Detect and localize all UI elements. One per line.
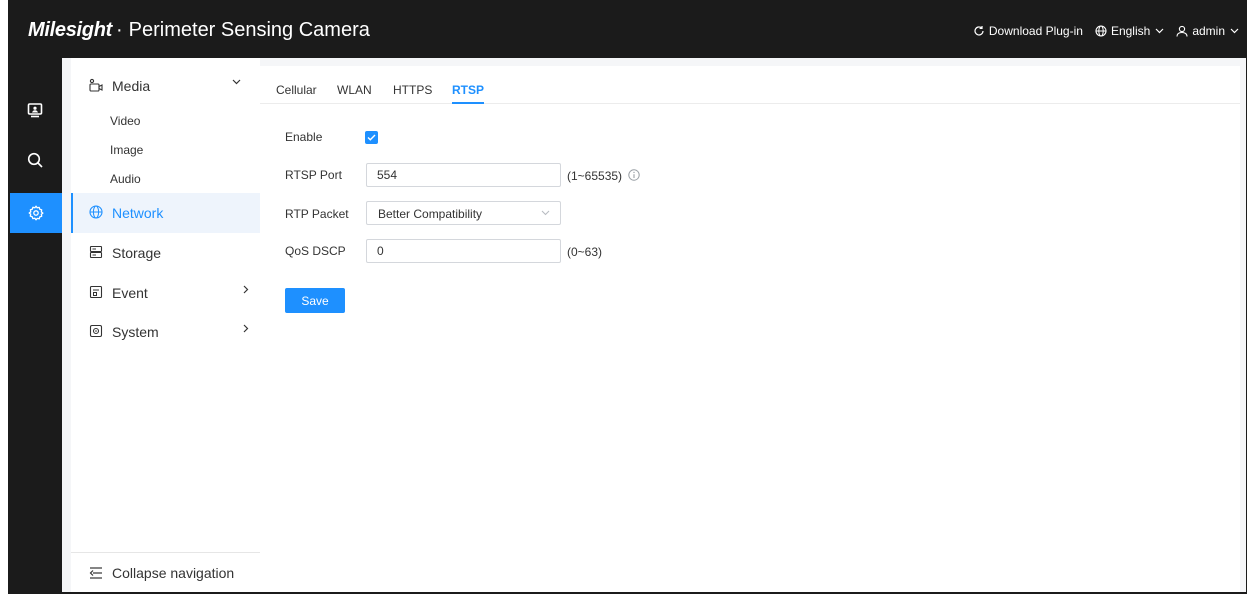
gear-icon [28,205,44,221]
qos-dscp-input[interactable] [366,239,561,263]
qos-dscp-label: QoS DSCP [285,244,346,258]
tab-rtsp[interactable]: RTSP [452,83,485,104]
download-plugin-label: Download Plug-in [988,24,1083,38]
rail-live-view[interactable] [8,90,62,130]
enable-checkbox[interactable] [365,131,378,144]
sidebar-item-label: Storage [112,245,162,261]
download-plugin-link[interactable]: Download Plug-in [973,24,1083,38]
chevron-down-icon [232,79,241,85]
chevron-down-icon [1230,28,1239,34]
main-content: Cellular WLAN HTTPS RTSP Enable RTSP Por… [260,58,1246,592]
chevron-down-icon [1155,28,1164,34]
sidebar-item-media[interactable]: Media [71,66,260,106]
storage-icon [89,245,103,259]
language-label: English [1110,24,1151,38]
globe-icon [89,205,103,219]
enable-label: Enable [285,130,323,144]
save-button[interactable]: Save [285,288,345,313]
sidebar: Media Video Image Audio Network Storage … [62,58,260,592]
icon-rail [8,58,62,594]
search-icon [27,152,43,168]
user-label: admin [1192,24,1225,38]
sidebar-subitem-audio[interactable]: Audio [110,172,141,186]
qos-dscp-range-hint: (0~63) [567,245,603,259]
rtp-packet-select[interactable]: Better Compatibility [366,201,561,225]
sidebar-item-system[interactable]: System [71,312,260,352]
monitor-icon [27,103,43,118]
brand-separator: · [115,19,123,41]
rtsp-port-label: RTSP Port [285,168,342,182]
tab-cellular[interactable]: Cellular [276,83,317,97]
collapse-navigation-label: Collapse navigation [112,565,235,581]
check-icon [367,134,376,141]
rtp-packet-label: RTP Packet [285,207,349,221]
brand-logo: Milesight [28,19,112,41]
rtsp-port-range-hint: (1~65535) [567,169,623,183]
tab-https[interactable]: HTTPS [393,83,432,97]
tab-bar: Cellular WLAN HTTPS RTSP [260,66,1240,104]
collapse-navigation-button[interactable]: Collapse navigation [71,552,260,592]
header-actions: Download Plug-in English admin [961,24,1239,38]
chevron-right-icon [243,324,249,333]
sidebar-item-label: Event [112,285,148,301]
sidebar-item-label: Network [112,205,164,221]
chevron-right-icon [243,285,249,294]
system-icon [89,324,103,338]
active-indicator [71,193,73,233]
chevron-down-icon [541,210,550,216]
collapse-icon [89,567,102,579]
sidebar-menu: Media Video Image Audio Network Storage … [71,58,260,592]
user-menu[interactable]: admin [1176,24,1239,38]
sidebar-item-network[interactable]: Network [71,193,260,233]
settings-panel: Cellular WLAN HTTPS RTSP Enable RTSP Por… [260,66,1240,592]
brand: Milesight · Perimeter Sensing Camera [28,19,370,42]
rtsp-port-input[interactable] [366,163,561,187]
top-header: Milesight · Perimeter Sensing Camera Downl… [8,6,1247,58]
user-icon [1176,25,1188,37]
sidebar-subitem-video[interactable]: Video [110,114,140,128]
rail-search[interactable] [8,140,62,180]
info-icon[interactable] [628,169,640,181]
rail-settings[interactable] [10,193,62,233]
media-icon [89,78,103,92]
product-title: Perimeter Sensing Camera [128,19,370,41]
sidebar-item-storage[interactable]: Storage [71,233,260,273]
sidebar-item-event[interactable]: Event [71,273,260,313]
refresh-icon [974,26,984,36]
sidebar-subitem-image[interactable]: Image [110,143,143,157]
language-selector[interactable]: English [1095,24,1164,38]
rtp-packet-value: Better Compatibility [378,207,483,221]
globe-icon [1095,25,1107,37]
sidebar-item-label: Media [112,78,151,94]
sidebar-item-label: System [112,324,159,340]
tab-wlan[interactable]: WLAN [337,83,372,97]
event-icon [89,285,103,299]
